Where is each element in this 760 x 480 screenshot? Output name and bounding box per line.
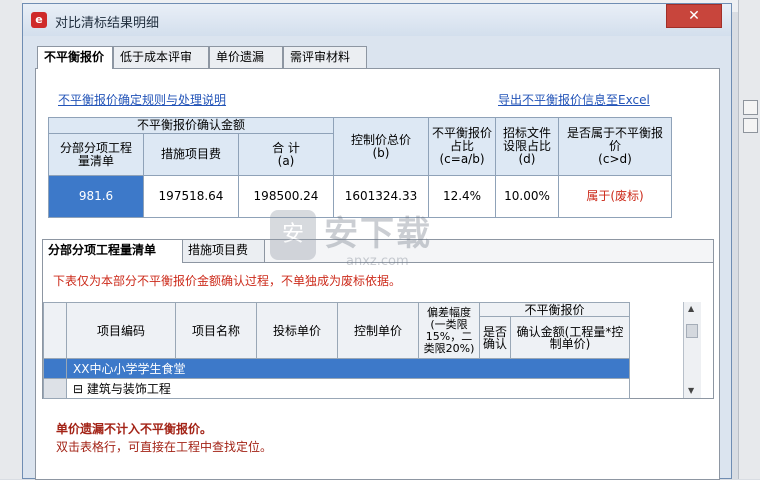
ratio-cell[interactable]: 12.4% <box>428 175 496 218</box>
bill-header: 分部分项工程量清单 <box>48 133 144 176</box>
background-app-left <box>0 0 23 479</box>
scroll-up-icon[interactable]: ▲ <box>688 304 694 313</box>
row-label: 建筑与装饰工程 <box>86 381 171 396</box>
row-header-corner <box>43 302 67 359</box>
col-control-unit-price[interactable]: 控制单价 <box>337 302 419 359</box>
export-excel-link[interactable]: 导出不平衡报价信息至Excel <box>498 91 650 108</box>
col-item-name[interactable]: 项目名称 <box>175 302 257 359</box>
col-confirmed-amount[interactable]: 确认金额(工程量*控制单价) <box>510 316 630 359</box>
table-row[interactable]: ⊟ 建筑与装饰工程 <box>66 378 630 399</box>
tab-bill-of-quantities[interactable]: 分部分项工程量清单 <box>43 240 183 263</box>
tender-limit-header: 招标文件设限占比 (d) <box>495 117 559 176</box>
background-app-right <box>738 0 760 479</box>
close-button[interactable]: ✕ <box>666 4 722 28</box>
row-marker <box>43 358 67 379</box>
col-group-unbalanced: 不平衡报价 <box>479 302 630 317</box>
scroll-thumb[interactable] <box>686 324 698 338</box>
rules-link[interactable]: 不平衡报价确定规则与处理说明 <box>58 91 226 108</box>
omission-note: 单价遗漏不计入不平衡报价。 <box>56 422 213 436</box>
is-unbalanced-header: 是否属于不平衡报价 (c>d) <box>558 117 672 176</box>
col-deviation[interactable]: 偏差幅度(一类限15%，二类限20%) <box>418 302 480 359</box>
detail-grid: 项目编码 项目名称 投标单价 控制单价 偏差幅度(一类限15%，二类限20%) … <box>43 302 630 399</box>
total-cell[interactable]: 198500.24 <box>238 175 334 218</box>
tab-measure-fees[interactable]: 措施项目费 <box>183 240 265 262</box>
measure-fee-header: 措施项目费 <box>143 133 239 176</box>
total-header: 合 计 (a) <box>238 133 334 176</box>
tab-unbalanced-quote[interactable]: 不平衡报价 <box>37 46 113 69</box>
double-click-hint: 双击表格行，可直接在工程中查找定位。 <box>56 440 273 454</box>
tab-unit-price-omission[interactable]: 单价遗漏 <box>209 46 283 68</box>
control-total-header: 控制价总价 (b) <box>333 117 429 176</box>
ratio-header: 不平衡报价占比 (c=a/b) <box>428 117 496 176</box>
control-total-cell[interactable]: 1601324.33 <box>333 175 429 218</box>
app-logo-icon: e <box>31 12 47 28</box>
background-scroll-button[interactable] <box>743 100 758 115</box>
detail-tabs: 分部分项工程量清单 措施项目费 <box>43 240 713 263</box>
col-bid-unit-price[interactable]: 投标单价 <box>256 302 338 359</box>
bill-amount-cell[interactable]: 981.6 <box>48 175 144 218</box>
dialog-title: 对比清标结果明细 <box>55 16 160 31</box>
col-confirmed[interactable]: 是否确认 <box>479 316 511 359</box>
tender-limit-cell[interactable]: 10.00% <box>495 175 559 218</box>
col-item-code[interactable]: 项目编码 <box>66 302 176 359</box>
basis-note: 下表仅为本部分不平衡报价金额确认过程，不单独成为废标依据。 <box>53 274 402 288</box>
tab-materials-review[interactable]: 需评审材料 <box>283 46 367 68</box>
grid-scrollbar[interactable]: ▲ ▼ <box>683 302 701 398</box>
table-row[interactable]: XX中心小学学生食堂 <box>66 358 630 379</box>
is-unbalanced-cell[interactable]: 属于(废标) <box>558 175 672 218</box>
scroll-down-icon[interactable]: ▼ <box>688 386 694 395</box>
row-marker <box>43 378 67 399</box>
collapse-toggle-icon[interactable]: ⊟ <box>73 382 83 396</box>
dialog-titlebar[interactable]: e 对比清标结果明细 ✕ <box>23 4 731 36</box>
result-detail-dialog: e 对比清标结果明细 ✕ 不平衡报价 低于成本评审 单价遗漏 需评审材料 不平衡… <box>22 3 732 480</box>
detail-frame: 分部分项工程量清单 措施项目费 下表仅为本部分不平衡报价金额确认过程，不单独成为… <box>42 239 714 399</box>
unbalanced-quote-panel: 不平衡报价确定规则与处理说明 导出不平衡报价信息至Excel 不平衡报价确认金额… <box>35 68 720 480</box>
confirm-amount-header: 不平衡报价确认金额 <box>48 117 334 134</box>
tab-below-cost-review[interactable]: 低于成本评审 <box>113 46 209 68</box>
summary-table: 不平衡报价确认金额 控制价总价 (b) 不平衡报价占比 (c=a/b) 招标文件设限… <box>48 117 672 218</box>
measure-fee-cell[interactable]: 197518.64 <box>143 175 239 218</box>
background-scroll-button[interactable] <box>743 118 758 133</box>
